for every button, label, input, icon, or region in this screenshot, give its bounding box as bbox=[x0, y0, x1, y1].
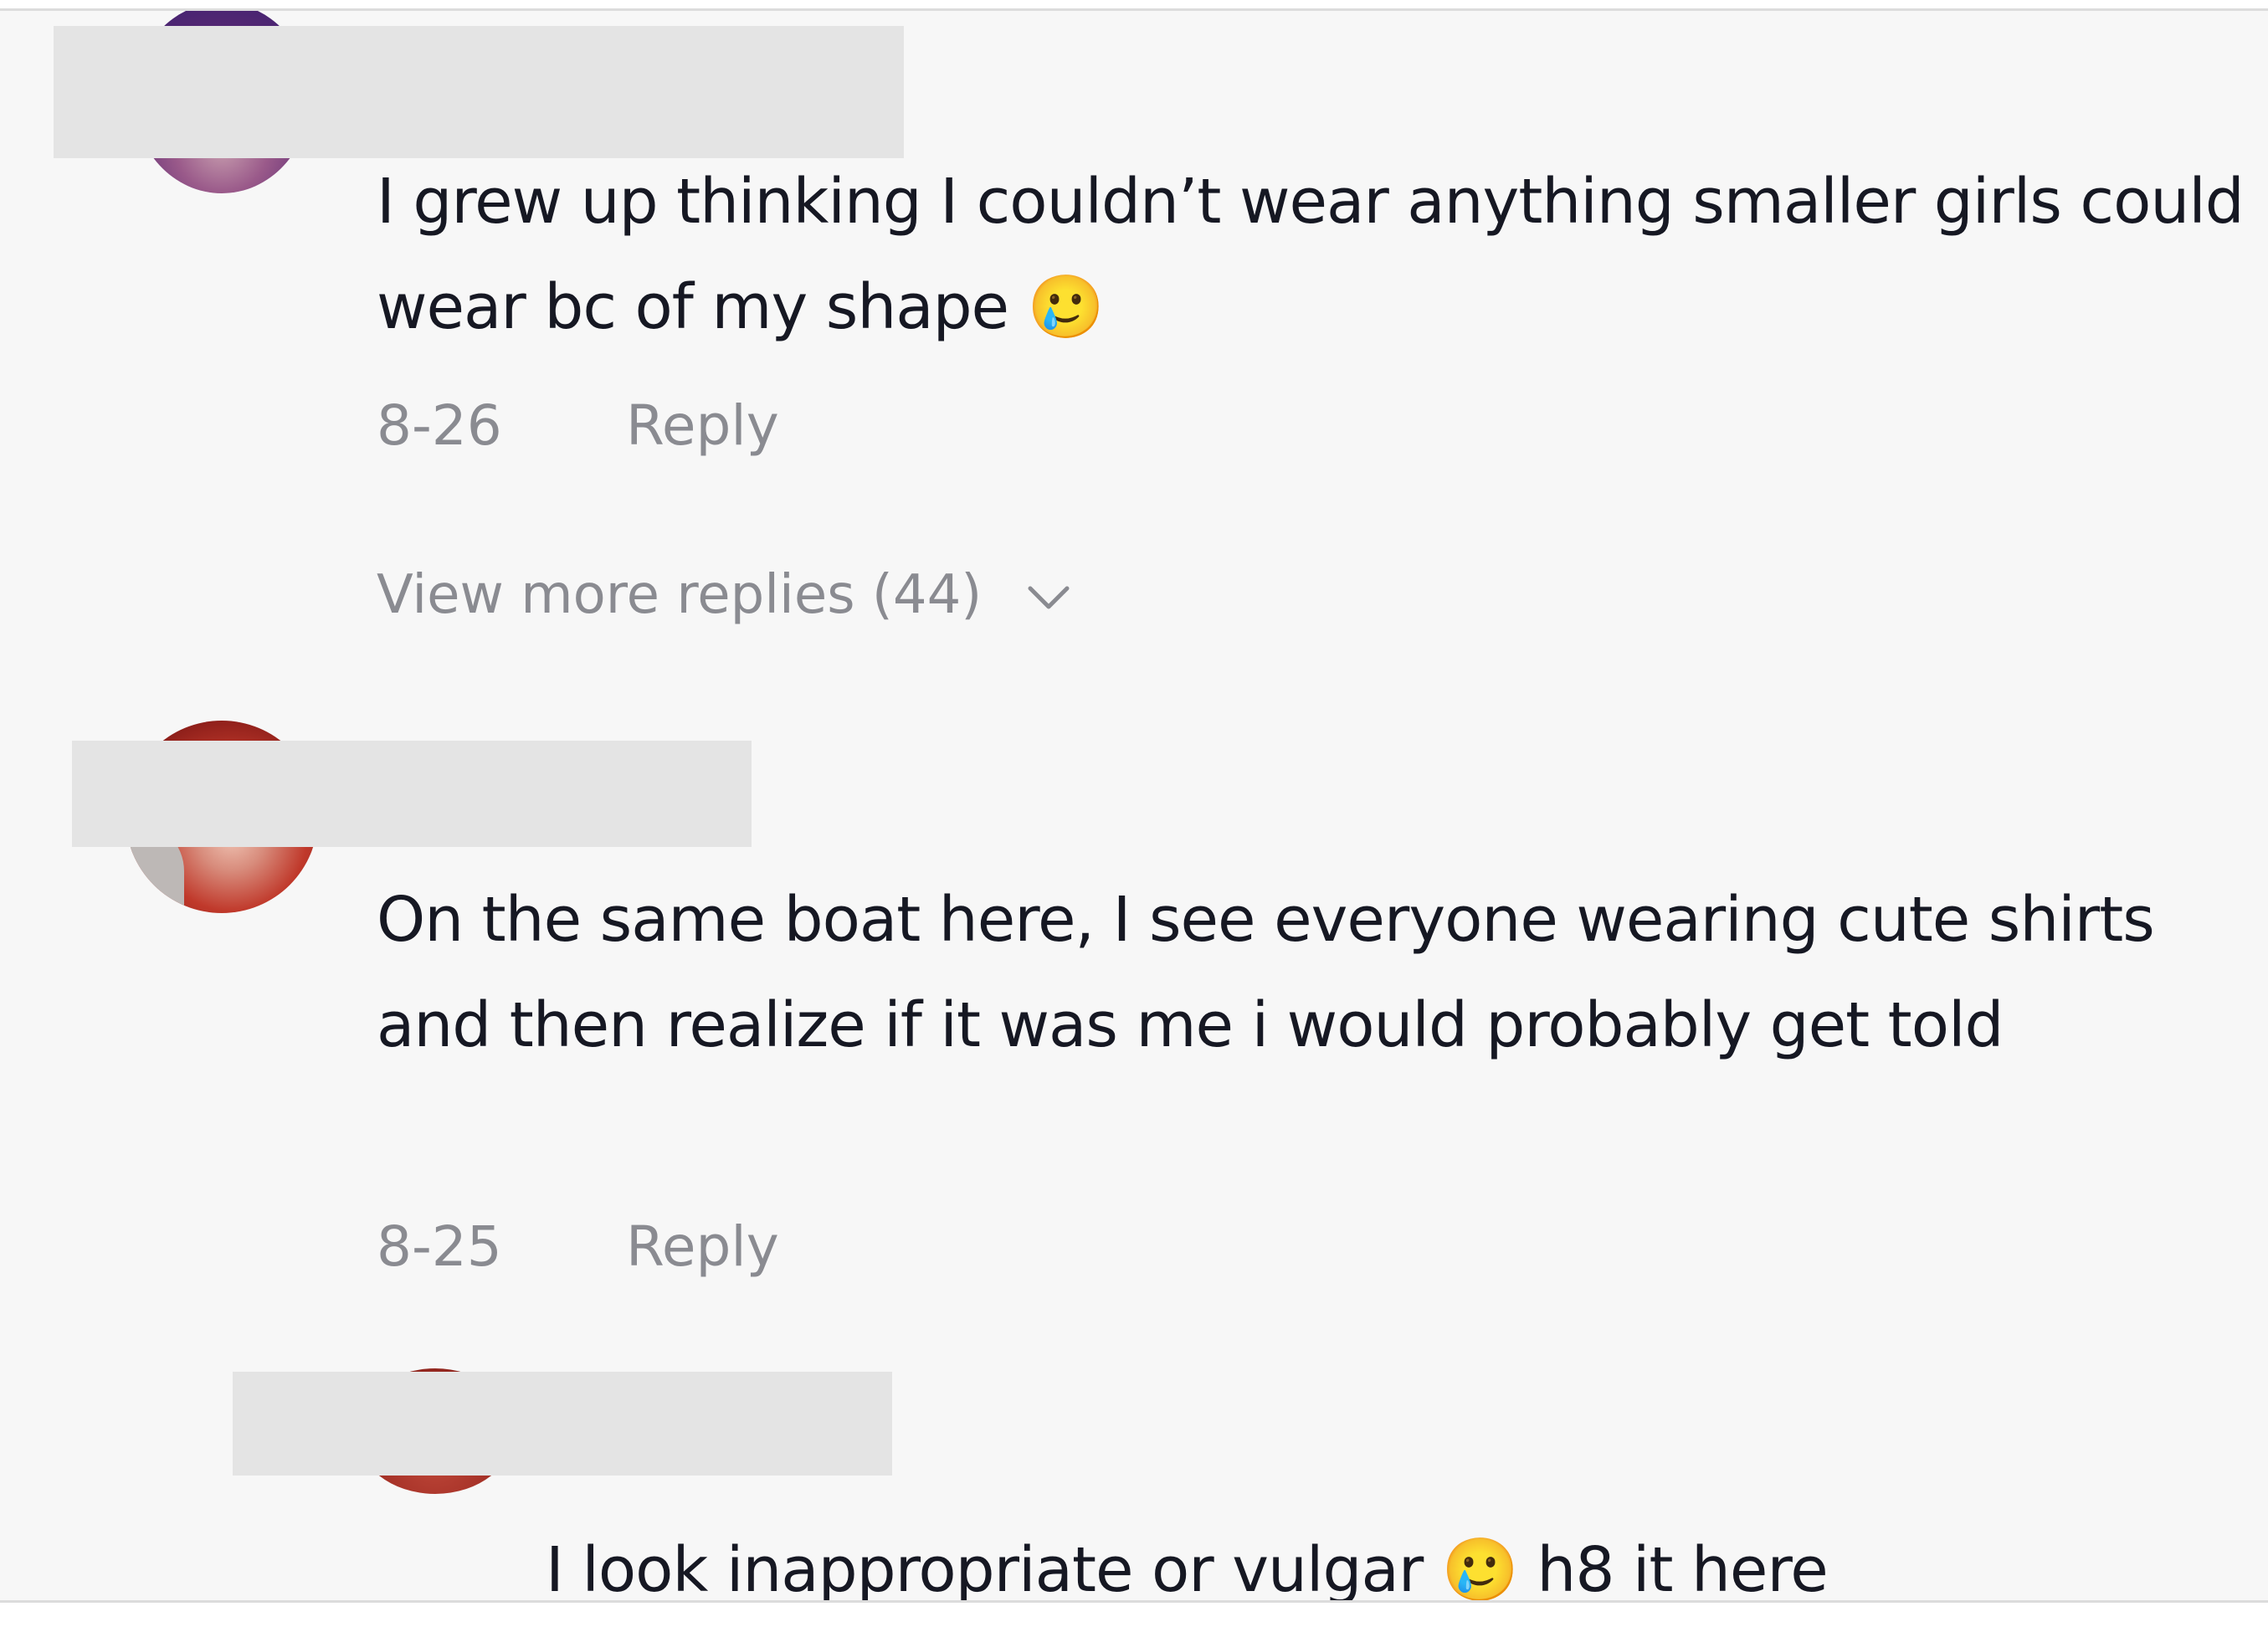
redacted-username bbox=[72, 741, 752, 847]
redacted-username bbox=[233, 1372, 892, 1476]
redacted-username bbox=[54, 26, 904, 158]
comments-panel: I grew up thinking I couldn’t wear anyth… bbox=[0, 8, 2268, 1603]
comment-text: On the same boat here, I see everyone we… bbox=[377, 884, 2155, 1061]
comment-date: 8-26 bbox=[377, 393, 502, 458]
reply-button[interactable]: Reply bbox=[626, 393, 779, 458]
view-more-replies-button[interactable]: View more replies (44) bbox=[377, 564, 1074, 626]
reply-text: I look inappropriate or vulgar 🥲 h8 it h… bbox=[546, 1534, 1829, 1603]
comment-date: 8-25 bbox=[377, 1214, 502, 1279]
reply-button[interactable]: Reply bbox=[626, 1214, 779, 1279]
chevron-down-icon bbox=[1028, 586, 1070, 609]
view-more-replies-label: View more replies (44) bbox=[377, 564, 983, 626]
comment-text: I grew up thinking I couldn’t wear anyth… bbox=[377, 166, 2245, 343]
